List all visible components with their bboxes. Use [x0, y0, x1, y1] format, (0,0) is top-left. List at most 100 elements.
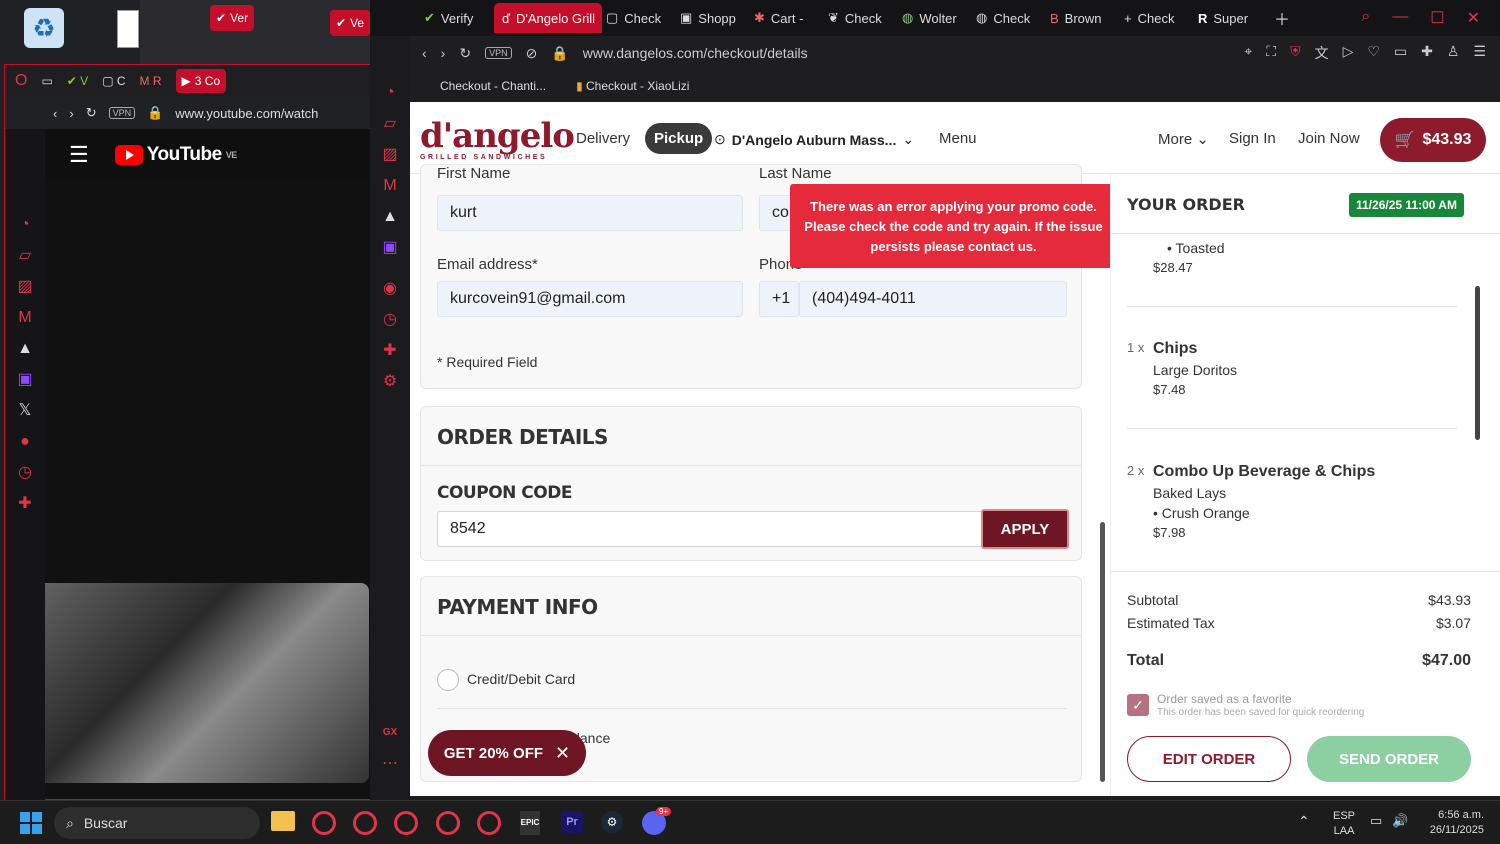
- triangle-app-icon[interactable]: ▲: [382, 201, 398, 232]
- opera-taskbar-icon[interactable]: [353, 811, 377, 835]
- phone-field[interactable]: (404)494-4011: [799, 281, 1067, 317]
- phone-prefix[interactable]: +1: [759, 281, 799, 317]
- order-scrollbar[interactable]: [1475, 286, 1480, 440]
- tab-cart[interactable]: ✱ Cart -: [750, 10, 824, 26]
- tab-verify[interactable]: ✔ Verify: [420, 10, 494, 26]
- card-radio[interactable]: [437, 669, 459, 691]
- settings-icon[interactable]: ⚙: [383, 366, 397, 397]
- snapshot-icon[interactable]: ⛶: [1266, 43, 1276, 63]
- heart-icon[interactable]: ♡: [1367, 43, 1380, 63]
- steam-icon[interactable]: ⚙: [601, 811, 623, 833]
- history-icon[interactable]: ◷: [383, 304, 397, 335]
- player-icon[interactable]: ◉: [383, 273, 397, 304]
- gmail-icon[interactable]: M: [18, 302, 31, 333]
- nav-pickup[interactable]: Pickup: [645, 123, 713, 154]
- chevron-up-icon[interactable]: ⌃: [1298, 813, 1310, 830]
- search-icon[interactable]: ⌕: [1361, 8, 1370, 28]
- spotify-icon[interactable]: ●: [20, 426, 30, 457]
- history-icon[interactable]: ◷: [18, 457, 32, 488]
- reload-icon[interactable]: ↻: [459, 45, 471, 62]
- yt-url[interactable]: www.youtube.com/watch: [175, 106, 318, 121]
- nav-delivery[interactable]: Delivery: [576, 130, 630, 147]
- bookmark-checkout-chanti[interactable]: Checkout - Chanti...: [440, 79, 546, 93]
- profile-icon[interactable]: ♙: [1447, 43, 1460, 63]
- volume-icon[interactable]: 🔊: [1392, 813, 1408, 829]
- tab-gmail-icon[interactable]: M R: [140, 74, 162, 88]
- taskbar-search[interactable]: ⌕ Buscar: [54, 807, 260, 839]
- nav-sign-in[interactable]: Sign In: [1229, 130, 1276, 147]
- favorite-checkbox[interactable]: ✓: [1127, 694, 1149, 716]
- tab-gamepad-icon[interactable]: ▭: [41, 74, 52, 88]
- opera-taskbar-icon[interactable]: [436, 811, 460, 835]
- more-icon[interactable]: ⋯: [382, 748, 398, 779]
- youtube-logo[interactable]: YouTube VE: [114, 144, 237, 166]
- nav-more[interactable]: More ⌄: [1158, 130, 1209, 148]
- premiere-icon[interactable]: Pr: [561, 811, 583, 833]
- location-selector[interactable]: ⊙ D'Angelo Auburn Mass... ⌄: [714, 131, 914, 148]
- opera-taskbar-icon[interactable]: [394, 811, 418, 835]
- gx-icon[interactable]: GX: [383, 717, 397, 748]
- left-tab-ve[interactable]: ✔ Ve: [330, 10, 371, 36]
- vpn-badge[interactable]: VPN: [485, 47, 512, 59]
- opera-icon[interactable]: O: [15, 72, 27, 90]
- wallet-icon[interactable]: ▨: [382, 139, 397, 170]
- tab-doc-icon[interactable]: ▢ C: [102, 74, 125, 88]
- tab-check-3[interactable]: ◍ Check: [972, 10, 1046, 26]
- shield-icon[interactable]: ⛨: [1290, 43, 1301, 63]
- pickup-date-badge[interactable]: 11/26/25 11:00 AM: [1349, 193, 1464, 217]
- edit-order-button[interactable]: EDIT ORDER: [1127, 736, 1291, 782]
- tab-check-2[interactable]: ❦ Check: [824, 10, 898, 26]
- url-text[interactable]: www.dangelos.com/checkout/details: [583, 45, 808, 61]
- tab-check-1[interactable]: ▢ Check: [602, 10, 676, 26]
- windows-start-icon[interactable]: [20, 812, 42, 834]
- extensions-icon[interactable]: ✚: [1421, 43, 1433, 63]
- menu-icon[interactable]: ☰: [1473, 43, 1486, 63]
- clock[interactable]: 6:56 a.m. 26/11/2025: [1424, 808, 1484, 838]
- extensions-icon[interactable]: ✚: [383, 335, 396, 366]
- tab-dangelo[interactable]: ď D'Angelo Grill: [494, 3, 602, 33]
- file-explorer-icon[interactable]: [271, 811, 295, 831]
- bag-icon[interactable]: ▱: [384, 108, 396, 139]
- forward-icon[interactable]: ›: [441, 45, 446, 61]
- coupon-input[interactable]: 8542: [437, 511, 983, 547]
- tab-youtube[interactable]: ▶ 3 Co: [175, 69, 227, 93]
- forward-icon[interactable]: ›: [69, 106, 73, 121]
- tab-verify-icon[interactable]: ✔ V: [67, 74, 88, 88]
- form-scrollbar[interactable]: [1100, 522, 1105, 782]
- tab-brown[interactable]: B Brown: [1046, 11, 1120, 26]
- tab-check-4[interactable]: + Check: [1120, 11, 1194, 26]
- pin-icon[interactable]: ⌖: [1244, 43, 1252, 63]
- nav-menu[interactable]: Menu: [939, 130, 977, 147]
- reload-icon[interactable]: ↻: [86, 105, 97, 121]
- yt-address-bar[interactable]: ‹ › ↻ VPN 🔒 www.youtube.com/watch: [5, 97, 373, 129]
- minimize-icon[interactable]: —: [1392, 8, 1408, 28]
- promo-banner[interactable]: GET 20% OFF ✕: [428, 730, 586, 776]
- tab-super[interactable]: R Super: [1194, 11, 1268, 26]
- bookmark-checkout-xiaolizi[interactable]: ▮ Checkout - XiaoLizi: [576, 79, 689, 93]
- wallet-icon[interactable]: ▨: [17, 271, 32, 302]
- x-icon[interactable]: 𝕏: [19, 395, 32, 426]
- maximize-icon[interactable]: ☐: [1430, 8, 1444, 28]
- nav-join[interactable]: Join Now: [1298, 130, 1360, 147]
- hamburger-icon[interactable]: ☰: [69, 142, 89, 168]
- tab-wolter[interactable]: ◍ Wolter: [898, 10, 972, 26]
- dangelo-logo[interactable]: d'angelo: [420, 116, 575, 156]
- twitch-icon[interactable]: ▣: [17, 364, 32, 395]
- yt-video-player[interactable]: [13, 583, 369, 783]
- cart-button[interactable]: 🛒 $43.93: [1380, 118, 1486, 162]
- gmail-icon[interactable]: M: [383, 170, 396, 201]
- translate-icon[interactable]: 文: [1315, 43, 1329, 63]
- vpn-badge[interactable]: VPN: [108, 107, 136, 119]
- recycle-bin-icon[interactable]: ♻: [24, 8, 64, 48]
- close-icon[interactable]: ✕: [555, 743, 570, 764]
- tracker-icon[interactable]: ⊘: [526, 45, 538, 62]
- back-icon[interactable]: ‹: [53, 106, 57, 121]
- left-tab-ver[interactable]: ✔ Ver: [210, 5, 255, 31]
- apply-button[interactable]: APPLY: [981, 509, 1069, 549]
- send-icon[interactable]: ▷: [1343, 43, 1354, 63]
- wallet-icon[interactable]: ▭: [1394, 43, 1407, 63]
- extensions-icon[interactable]: ✚: [18, 488, 31, 519]
- bag-icon[interactable]: ▱: [19, 240, 31, 271]
- twitch-icon[interactable]: ▣: [382, 232, 397, 263]
- language-indicator[interactable]: ESP LAA: [1333, 809, 1355, 839]
